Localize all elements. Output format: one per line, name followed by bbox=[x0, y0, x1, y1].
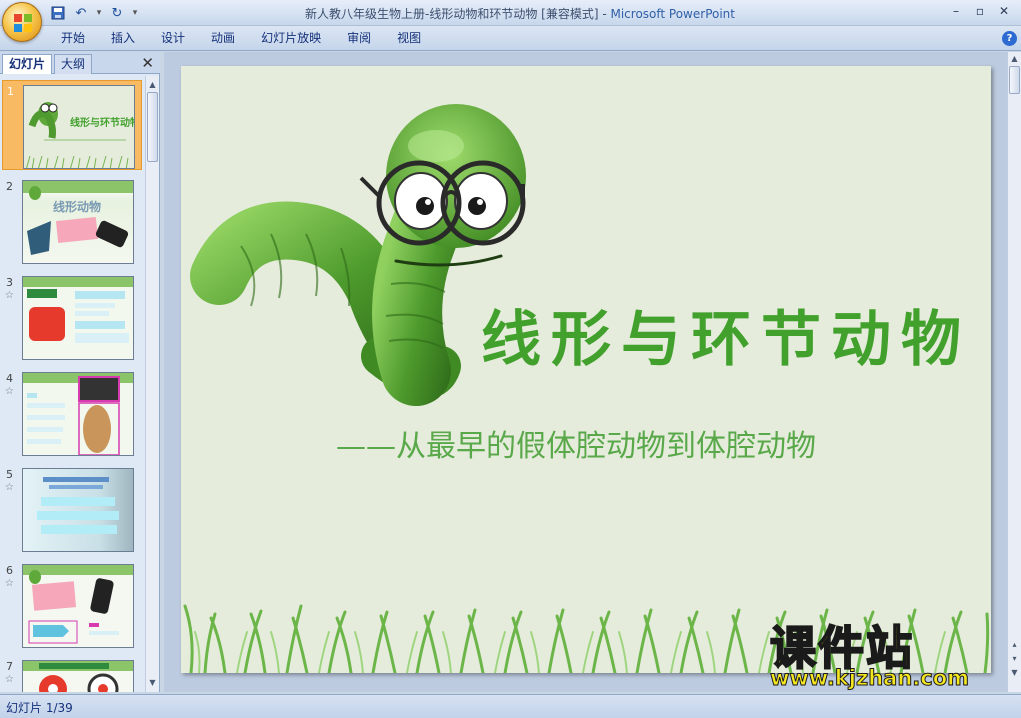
tab-insert[interactable]: 插入 bbox=[98, 26, 148, 51]
slides-pane-scrollbar[interactable]: ▲ ▼ bbox=[145, 76, 159, 692]
current-slide[interactable]: 线形与环节动物 ——从最早的假体腔动物到体腔动物 bbox=[181, 66, 991, 673]
slide-thumb-image bbox=[22, 276, 134, 360]
animation-star-icon: ☆ bbox=[5, 482, 14, 493]
slide-thumbnail-4[interactable]: 4 ☆ bbox=[2, 368, 142, 458]
save-icon[interactable] bbox=[48, 3, 68, 23]
scrollbar-thumb[interactable] bbox=[1009, 66, 1020, 94]
slide-number: 7 bbox=[6, 660, 13, 673]
office-button[interactable] bbox=[2, 2, 42, 42]
slide-thumb-image bbox=[22, 564, 134, 648]
thumb-title: 线形与环节动物 bbox=[70, 116, 135, 129]
thumb-title: 线形动物 bbox=[53, 199, 101, 214]
slide-number: 5 bbox=[6, 468, 13, 481]
slide-thumbnail-6[interactable]: 6 ☆ bbox=[2, 560, 142, 650]
slide-thumb-image bbox=[22, 372, 134, 456]
watermark-logo: 课件站 www.kjzhan.com bbox=[769, 612, 1006, 692]
tab-outline[interactable]: 大纲 bbox=[54, 54, 93, 74]
slide-thumb-image: 线形动物 bbox=[22, 180, 134, 264]
tab-design[interactable]: 设计 bbox=[148, 26, 198, 51]
slide-thumbnail-1[interactable]: 1 线形与环节动物 bbox=[2, 80, 142, 170]
slide-number: 1 bbox=[7, 85, 14, 98]
undo-icon[interactable]: ↶ bbox=[71, 3, 91, 23]
slide-thumbnail-3[interactable]: 3 ☆ bbox=[2, 272, 142, 362]
undo-dropdown-icon[interactable]: ▾ bbox=[94, 8, 104, 18]
slide-scrollbar[interactable]: ▲ ▴ ▾ ▼ bbox=[1007, 52, 1021, 692]
slides-pane: 幻灯片 大纲 ✕ 1 线形与环节动物 2 线形动物 3 ☆ 4 ☆ 5 ☆ 6 … bbox=[0, 52, 160, 692]
tab-animations[interactable]: 动画 bbox=[198, 26, 248, 51]
window-controls: – ▫ ✕ bbox=[945, 2, 1015, 20]
slide-thumb-image: 线形与环节动物 bbox=[23, 85, 135, 169]
slide-number: 3 bbox=[6, 276, 13, 289]
watermark-url: www.kjzhan.com bbox=[769, 666, 970, 691]
animation-star-icon: ☆ bbox=[5, 290, 14, 301]
prev-slide-icon[interactable]: ▴ bbox=[1008, 638, 1021, 651]
document-title: 新人教八年级生物上册-线形动物和环节动物 [兼容模式] - bbox=[305, 7, 611, 21]
slide-indicator: 幻灯片 1/39 bbox=[6, 701, 73, 715]
scrollbar-thumb[interactable] bbox=[147, 92, 158, 162]
slide-thumbnail-list: 1 线形与环节动物 2 线形动物 3 ☆ 4 ☆ 5 ☆ 6 ☆ 7 ☆ bbox=[0, 76, 144, 692]
status-bar: 幻灯片 1/39 bbox=[0, 694, 1021, 718]
slide-thumbnail-2[interactable]: 2 线形动物 bbox=[2, 176, 142, 266]
scroll-up-icon[interactable]: ▲ bbox=[1008, 52, 1021, 65]
slide-thumbnail-7[interactable]: 7 ☆ bbox=[2, 656, 142, 692]
tab-slideshow[interactable]: 幻灯片放映 bbox=[248, 26, 334, 51]
tab-view[interactable]: 视图 bbox=[384, 26, 434, 51]
close-icon[interactable]: ✕ bbox=[993, 2, 1015, 20]
slide-number: 6 bbox=[6, 564, 13, 577]
redo-icon[interactable]: ↻ bbox=[107, 3, 127, 23]
slide-thumb-image bbox=[22, 468, 134, 552]
ribbon-tab-bar: 开始 插入 设计 动画 幻灯片放映 审阅 视图 ? bbox=[0, 26, 1021, 51]
scroll-down-icon[interactable]: ▼ bbox=[1008, 666, 1021, 679]
scroll-up-icon[interactable]: ▲ bbox=[146, 78, 159, 91]
maximize-icon[interactable]: ▫ bbox=[969, 2, 991, 20]
customize-toolbar-icon[interactable]: ▾ bbox=[130, 8, 140, 18]
minimize-icon[interactable]: – bbox=[945, 2, 967, 20]
quick-access-toolbar: ↶ ▾ ↻ ▾ bbox=[48, 3, 140, 23]
animation-star-icon: ☆ bbox=[5, 674, 14, 685]
slide-number: 2 bbox=[6, 180, 13, 193]
slide-editing-area: 线形与环节动物 ——从最早的假体腔动物到体腔动物 bbox=[164, 52, 1007, 692]
slide-title[interactable]: 线形与环节动物 bbox=[481, 291, 961, 378]
office-logo-icon bbox=[14, 14, 32, 32]
window-title: 新人教八年级生物上册-线形动物和环节动物 [兼容模式] - Microsoft … bbox=[220, 5, 820, 22]
app-name: Microsoft PowerPoint bbox=[610, 7, 735, 21]
help-icon[interactable]: ? bbox=[1002, 31, 1017, 46]
tab-slides[interactable]: 幻灯片 bbox=[2, 54, 53, 74]
slide-thumb-image bbox=[22, 660, 134, 692]
title-bar: ↶ ▾ ↻ ▾ 新人教八年级生物上册-线形动物和环节动物 [兼容模式] - Mi… bbox=[0, 0, 1021, 42]
scroll-down-icon[interactable]: ▼ bbox=[146, 676, 159, 689]
slide-number: 4 bbox=[6, 372, 13, 385]
slide-subtitle[interactable]: ——从最早的假体腔动物到体腔动物 bbox=[336, 421, 816, 465]
tab-review[interactable]: 审阅 bbox=[334, 26, 384, 51]
slide-thumbnail-5[interactable]: 5 ☆ bbox=[2, 464, 142, 554]
next-slide-icon[interactable]: ▾ bbox=[1008, 652, 1021, 665]
animation-star-icon: ☆ bbox=[5, 386, 14, 397]
close-pane-icon[interactable]: ✕ bbox=[141, 54, 154, 72]
animation-star-icon: ☆ bbox=[5, 578, 14, 589]
tab-home[interactable]: 开始 bbox=[48, 26, 98, 51]
pane-tabs: 幻灯片 大纲 ✕ bbox=[0, 52, 160, 74]
